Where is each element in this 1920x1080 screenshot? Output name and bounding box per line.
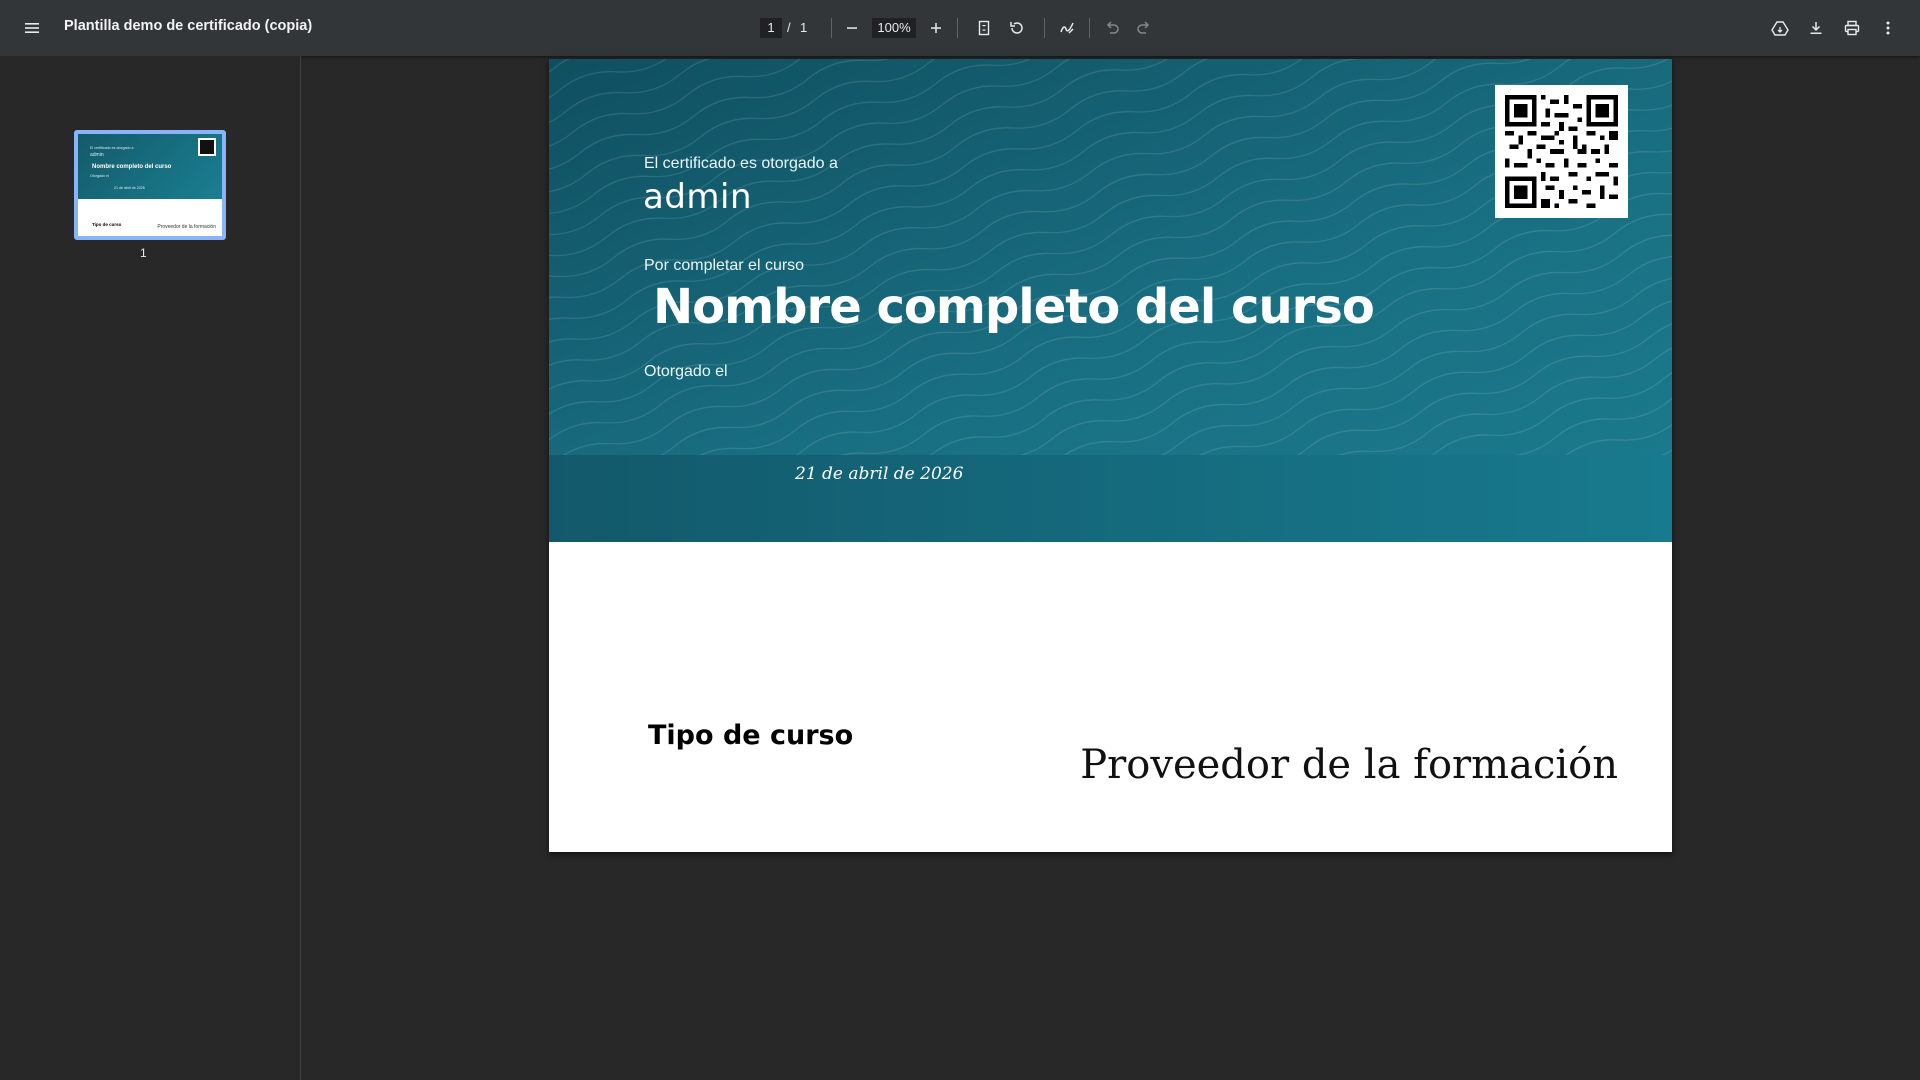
print-icon[interactable] bbox=[1836, 12, 1868, 44]
zoom-in-icon[interactable] bbox=[920, 12, 952, 44]
thumbnail-awarded-label: El certificado es otorgado a bbox=[90, 146, 134, 150]
page-number-input[interactable] bbox=[760, 18, 782, 38]
zoom-input[interactable] bbox=[872, 18, 916, 38]
course-type: Tipo de curso bbox=[648, 720, 854, 751]
page-separator: / bbox=[787, 20, 791, 35]
thumbnail-sidebar: El certificado es otorgado a admin Nombr… bbox=[0, 56, 301, 1080]
certificate-page: El certificado es otorgado a admin Por c… bbox=[549, 59, 1672, 852]
thumbnail-page-number: 1 bbox=[140, 246, 147, 260]
save-to-drive-icon[interactable] bbox=[1764, 12, 1796, 44]
menu-icon[interactable] bbox=[16, 12, 48, 44]
more-icon[interactable] bbox=[1872, 12, 1904, 44]
pdf-toolbar: Plantilla demo de certificado (copia) / … bbox=[0, 0, 1920, 56]
download-icon[interactable] bbox=[1800, 12, 1832, 44]
award-date: 21 de abril de 2026 bbox=[795, 464, 964, 484]
toolbar-divider bbox=[1044, 18, 1045, 38]
thumbnail-provider: Proveedor de la formación bbox=[157, 224, 216, 230]
recipient-name: admin bbox=[643, 177, 753, 217]
thumbnail-granted-label: Otorgado el bbox=[90, 174, 109, 178]
granted-label: Otorgado el bbox=[644, 363, 728, 380]
awarded-label: El certificado es otorgado a bbox=[644, 155, 838, 172]
toolbar-divider bbox=[831, 18, 832, 38]
page-thumbnail[interactable]: El certificado es otorgado a admin Nombr… bbox=[74, 130, 226, 240]
toolbar-divider bbox=[957, 18, 958, 38]
fit-page-icon[interactable] bbox=[968, 12, 1000, 44]
annotate-icon[interactable] bbox=[1051, 12, 1083, 44]
thumbnail-course-name: Nombre completo del curso bbox=[92, 164, 172, 170]
rotate-icon[interactable] bbox=[1001, 12, 1033, 44]
qr-code bbox=[1495, 85, 1628, 218]
zoom-out-icon[interactable] bbox=[836, 12, 868, 44]
certificate-banner: El certificado es otorgado a admin Por c… bbox=[549, 59, 1672, 542]
training-provider: Proveedor de la formación bbox=[1080, 742, 1618, 788]
course-label: Por completar el curso bbox=[644, 257, 805, 274]
thumbnail-recipient: admin bbox=[90, 152, 104, 158]
thumbnail-date: 21 de abril de 2026 bbox=[114, 186, 145, 190]
date-band bbox=[549, 455, 1672, 542]
thumbnail-banner: El certificado es otorgado a admin Nombr… bbox=[78, 134, 222, 199]
redo-icon[interactable] bbox=[1128, 12, 1160, 44]
thumbnail-course-type: Tipo de curso bbox=[92, 222, 122, 227]
toolbar-divider bbox=[1089, 18, 1090, 38]
course-name: Nombre completo del curso bbox=[653, 279, 1375, 335]
page-total: 1 bbox=[800, 20, 808, 35]
thumbnail-qr-code bbox=[198, 138, 216, 156]
undo-icon[interactable] bbox=[1096, 12, 1128, 44]
document-title: Plantilla demo de certificado (copia) bbox=[64, 18, 313, 34]
